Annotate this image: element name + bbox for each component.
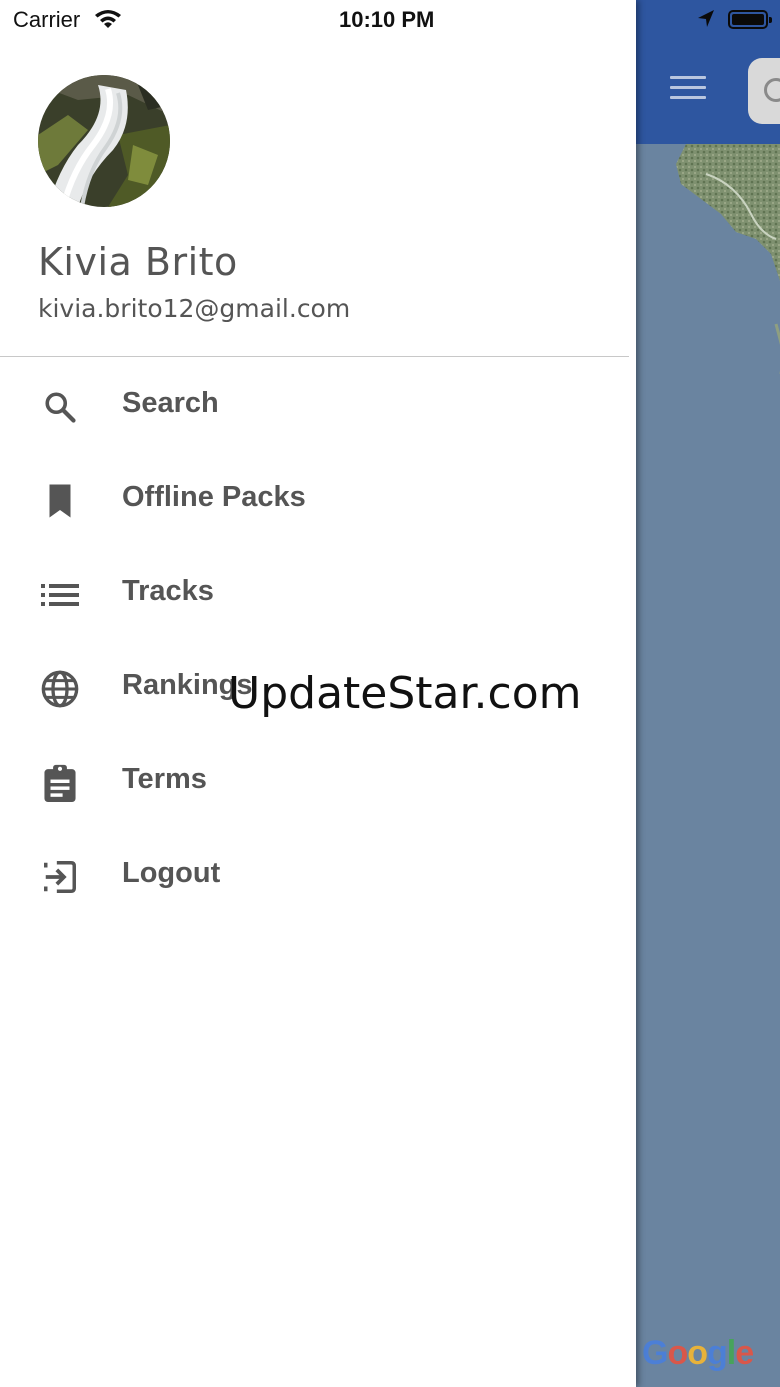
map-view[interactable]: Google — [636, 0, 780, 1387]
status-bar: Carrier 10:10 PM — [0, 0, 636, 40]
map-search-box[interactable] — [748, 58, 780, 124]
menu-item-label: Search — [122, 387, 219, 419]
globe-icon — [40, 669, 80, 709]
menu-item-label: Tracks — [122, 575, 214, 607]
list-icon — [40, 575, 80, 615]
menu-icon[interactable] — [670, 76, 706, 106]
map-status-bar — [636, 0, 780, 40]
wifi-icon — [95, 10, 121, 28]
menu-item-tracks[interactable]: Tracks — [0, 546, 629, 640]
clipboard-icon — [40, 763, 80, 803]
menu-item-search[interactable]: Search — [0, 358, 629, 452]
avatar-image — [38, 75, 170, 207]
menu-item-logout[interactable]: Logout — [0, 828, 629, 922]
menu-item-offline-packs[interactable]: Offline Packs — [0, 452, 629, 546]
menu-item-terms[interactable]: Terms — [0, 734, 629, 828]
menu-item-label: Terms — [122, 763, 207, 795]
carrier-label: Carrier — [13, 7, 81, 32]
avatar[interactable] — [38, 75, 170, 207]
watermark-text: UpdateStar.com — [228, 668, 582, 719]
location-arrow-icon — [698, 10, 714, 27]
search-icon — [764, 78, 780, 102]
navigation-drawer: Carrier 10:10 PM Kivia Brito kivia.brito… — [0, 0, 636, 1387]
drawer-menu: Search Offline Packs Tracks Rankings Ter… — [0, 358, 629, 922]
menu-item-label: Offline Packs — [122, 481, 306, 513]
divider — [0, 356, 629, 357]
map-terrain — [676, 144, 780, 374]
search-icon — [40, 387, 80, 427]
user-name: Kivia Brito — [38, 240, 238, 284]
google-attribution-logo: Google — [642, 1334, 754, 1372]
user-email: kivia.brito12@gmail.com — [38, 294, 351, 323]
logout-icon — [40, 857, 80, 897]
battery-icon — [728, 10, 772, 29]
status-time: 10:10 PM — [339, 7, 435, 32]
bookmark-icon — [40, 481, 80, 521]
menu-item-label: Logout — [122, 857, 221, 889]
